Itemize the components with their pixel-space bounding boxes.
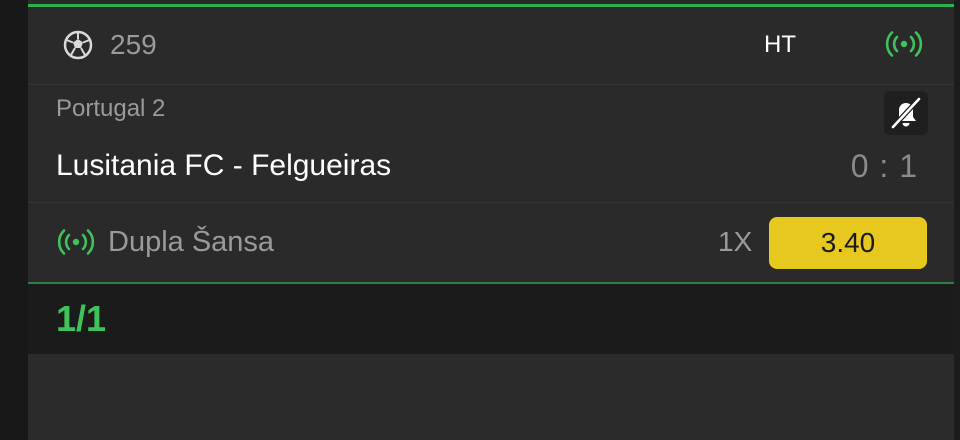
bet-ticket-card: 259 HT Portugal 2 Lusitania FC - Felguei… [28,0,954,440]
empty-area [28,354,954,440]
bet-selection-row: Dupla Šansa 1X 3.40 [28,203,954,284]
match-row[interactable]: Portugal 2 Lusitania FC - Felgueiras 0 :… [28,85,954,203]
bell-off-icon[interactable] [884,91,928,135]
match-teams: Lusitania FC - Felgueiras [56,149,392,182]
match-code: 259 [110,29,157,60]
live-broadcast-icon [885,31,923,57]
selection-count-bar: 1/1 [28,284,954,354]
match-header-row: 259 HT [28,7,954,85]
live-broadcast-icon [57,229,95,255]
selection-count: 1/1 [56,298,107,339]
selection-label: 1X [718,226,753,257]
league-name: Portugal 2 [56,95,166,122]
market-name: Dupla Šansa [108,226,275,258]
match-period: HT [764,31,796,58]
match-score: 0 : 1 [850,148,918,184]
odds-button[interactable]: 3.40 [769,217,927,269]
soccer-ball-icon [63,30,93,60]
